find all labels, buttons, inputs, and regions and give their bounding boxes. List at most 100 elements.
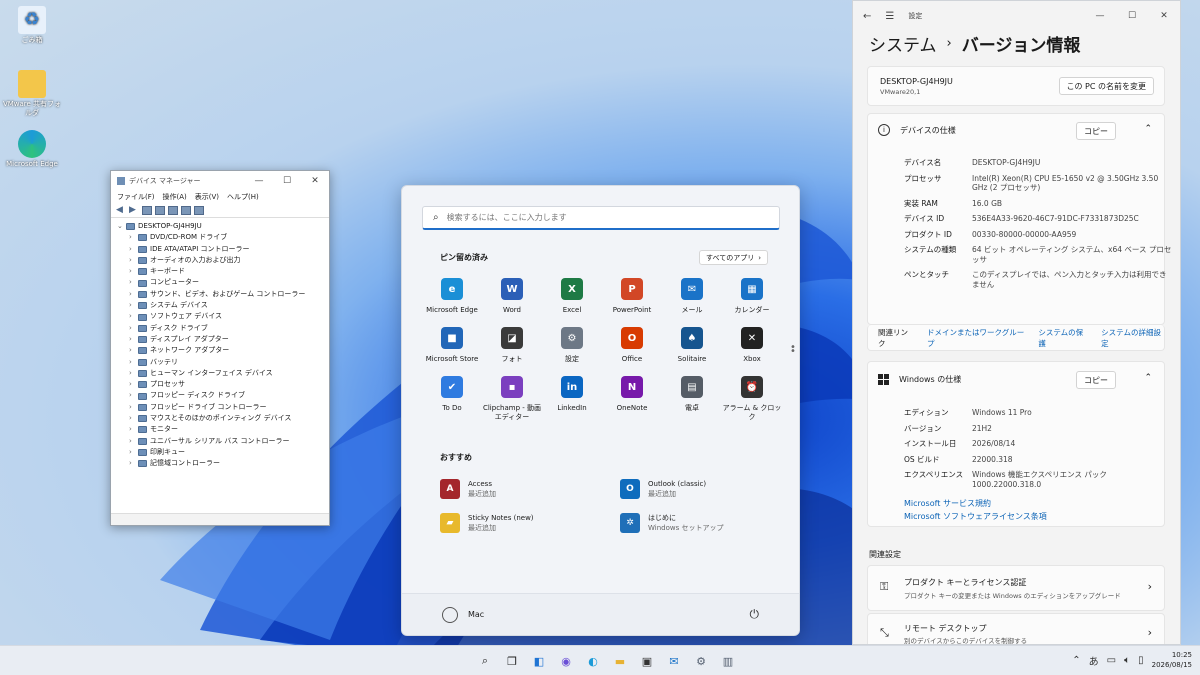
start-search-box[interactable]: ⌕ — [422, 206, 780, 230]
desktop-icon-edge[interactable]: Microsoft Edge — [2, 130, 62, 169]
tree-node[interactable]: › コンピューター — [117, 277, 329, 288]
chevron-right-icon[interactable]: › — [129, 244, 135, 255]
chevron-right-icon[interactable]: › — [129, 390, 135, 401]
chevron-right-icon[interactable]: › — [129, 345, 135, 356]
minimize-button[interactable]: — — [245, 176, 273, 186]
chevron-right-icon[interactable]: › — [129, 266, 135, 277]
chevron-right-icon[interactable]: › — [129, 379, 135, 390]
menu-view[interactable]: 表示(V) — [195, 192, 219, 202]
chevron-right-icon[interactable]: › — [129, 311, 135, 322]
tree-node[interactable]: › ユニバーサル シリアル バス コントローラー — [117, 436, 329, 447]
tree-node[interactable]: › フロッピー ディスク ドライブ — [117, 390, 329, 401]
link-license-terms[interactable]: Microsoft ソフトウェアライセンス条項 — [904, 511, 1047, 522]
menu-action[interactable]: 操作(A) — [163, 192, 187, 202]
edge-icon[interactable]: ◐ — [584, 652, 602, 670]
chevron-right-icon[interactable]: › — [129, 424, 135, 435]
page-indicator-icon[interactable]: • • — [790, 343, 796, 357]
windows-spec-header[interactable]: Windows の仕様 — [878, 374, 961, 385]
pinned-app[interactable]: ✔ To Do — [422, 376, 482, 422]
chevron-right-icon[interactable]: › — [129, 289, 135, 300]
pinned-app[interactable]: ▤ 電卓 — [662, 376, 722, 422]
pinned-app[interactable]: e Microsoft Edge — [422, 278, 482, 315]
windows-start-icon[interactable] — [452, 652, 467, 667]
pinned-app[interactable]: N OneNote — [602, 376, 662, 422]
chevron-right-icon[interactable]: › — [129, 436, 135, 447]
pinned-app[interactable]: ♠ Solitaire — [662, 327, 722, 364]
toolbar-properties-icon[interactable] — [142, 205, 152, 215]
tree-node[interactable]: › バッテリ — [117, 357, 329, 368]
pinned-app[interactable]: ▪ Clipchamp - 動画エディター — [482, 376, 542, 422]
chevron-right-icon[interactable]: › — [129, 323, 135, 334]
file-explorer-icon[interactable]: ▬ — [611, 652, 629, 670]
remote-desktop-row[interactable]: ⤡ リモート デスクトップ 別のデバイスからこのデバイスを制御する › — [867, 613, 1165, 644]
task-view-icon[interactable]: ❐ — [503, 652, 521, 670]
volume-icon[interactable]: 🔈︎ — [1124, 655, 1130, 666]
tree-node[interactable]: › 印刷キュー — [117, 447, 329, 458]
chevron-right-icon[interactable]: › — [129, 458, 135, 469]
tree-node[interactable]: › システム デバイス — [117, 300, 329, 311]
tree-node[interactable]: › オーディオの入力および出力 — [117, 255, 329, 266]
tree-node[interactable]: › サウンド、ビデオ、およびゲーム コントローラー — [117, 289, 329, 300]
tree-node[interactable]: › ネットワーク アダプター — [117, 345, 329, 356]
all-apps-button[interactable]: すべてのアプリ › — [699, 250, 769, 265]
pinned-app[interactable]: in LinkedIn — [542, 376, 602, 422]
chevron-right-icon[interactable]: › — [129, 255, 135, 266]
menu-help[interactable]: ヘルプ(H) — [227, 192, 259, 202]
tree-node[interactable]: › IDE ATA/ATAPI コントローラー — [117, 244, 329, 255]
pinned-app[interactable]: P PowerPoint — [602, 278, 662, 315]
minimize-button[interactable]: — — [1084, 11, 1116, 21]
search-icon[interactable]: ⌕ — [476, 652, 494, 670]
link-domain-workgroup[interactable]: ドメインまたはワークグループ — [927, 327, 1024, 349]
recommended-item[interactable]: A Access 最近追加 — [440, 479, 620, 499]
tree-node[interactable]: › フロッピー ドライブ コントローラー — [117, 402, 329, 413]
ime-indicator[interactable]: あ — [1089, 653, 1099, 668]
maximize-button[interactable]: ☐ — [273, 176, 301, 186]
desktop-icon-vmware-folder[interactable]: VMware 共有フォルダ — [2, 70, 62, 118]
tree-node[interactable]: › ソフトウェア デバイス — [117, 311, 329, 322]
pinned-app[interactable]: ■ Microsoft Store — [422, 327, 482, 364]
desktop-icon-recycle-bin[interactable]: ♻ ごみ箱 — [2, 6, 62, 45]
store-icon[interactable]: ▣ — [638, 652, 656, 670]
pinned-app[interactable]: ⏰ アラーム & クロック — [722, 376, 782, 422]
breadcrumb-parent[interactable]: システム — [869, 31, 937, 56]
maximize-button[interactable]: ☐ — [1116, 11, 1148, 21]
link-service-agreement[interactable]: Microsoft サービス規約 — [904, 498, 991, 509]
pinned-app[interactable]: W Word — [482, 278, 542, 315]
back-arrow-icon[interactable]: ← — [863, 11, 871, 22]
tree-node[interactable]: › プロセッサ — [117, 379, 329, 390]
recommended-item[interactable]: O Outlook (classic) 最近追加 — [620, 479, 780, 499]
back-arrow-icon[interactable]: ◀ — [116, 205, 126, 215]
chevron-right-icon[interactable]: › — [129, 447, 135, 458]
pinned-app[interactable]: ⚙ 設定 — [542, 327, 602, 364]
copy-windows-spec-button[interactable]: コピー — [1076, 371, 1116, 389]
chevron-right-icon[interactable]: › — [129, 334, 135, 345]
menu-file[interactable]: ファイル(F) — [117, 192, 155, 202]
tree-node[interactable]: › マウスとそのほかのポインティング デバイス — [117, 413, 329, 424]
chevron-right-icon[interactable]: › — [129, 402, 135, 413]
search-input[interactable] — [446, 213, 747, 222]
settings-menu-icon[interactable]: ☰ — [885, 11, 894, 22]
chevron-right-icon[interactable]: › — [129, 413, 135, 424]
rename-pc-button[interactable]: この PC の名前を変更 — [1058, 77, 1154, 95]
chevron-up-icon[interactable]: ⌃ — [1144, 373, 1152, 383]
chevron-up-icon[interactable]: ⌃ — [1144, 124, 1152, 134]
battery-icon[interactable]: ▯ — [1138, 655, 1144, 666]
pinned-app[interactable]: ✕ Xbox — [722, 327, 782, 364]
device-spec-header[interactable]: i デバイスの仕様 — [878, 124, 956, 136]
device-manager-taskbar-icon[interactable]: ▥ — [719, 652, 737, 670]
network-icon[interactable]: ▭ — [1107, 655, 1116, 666]
tree-node[interactable]: › 記憶域コントローラー — [117, 458, 329, 469]
toolbar-view-icon[interactable] — [168, 205, 178, 215]
pinned-app[interactable]: X Excel — [542, 278, 602, 315]
tree-node[interactable]: › ヒューマン インターフェイス デバイス — [117, 368, 329, 379]
chevron-right-icon[interactable]: › — [129, 357, 135, 368]
toolbar-help-icon[interactable] — [155, 205, 165, 215]
copy-device-spec-button[interactable]: コピー — [1076, 122, 1116, 140]
chevron-right-icon[interactable]: › — [129, 368, 135, 379]
chevron-right-icon[interactable]: › — [129, 232, 135, 243]
toolbar-monitor-icon[interactable] — [194, 205, 204, 215]
chevron-up-icon[interactable]: ⌃ — [1072, 655, 1080, 666]
close-button[interactable]: ✕ — [301, 176, 329, 186]
mail-icon[interactable]: ✉ — [665, 652, 683, 670]
tree-node[interactable]: › キーボード — [117, 266, 329, 277]
